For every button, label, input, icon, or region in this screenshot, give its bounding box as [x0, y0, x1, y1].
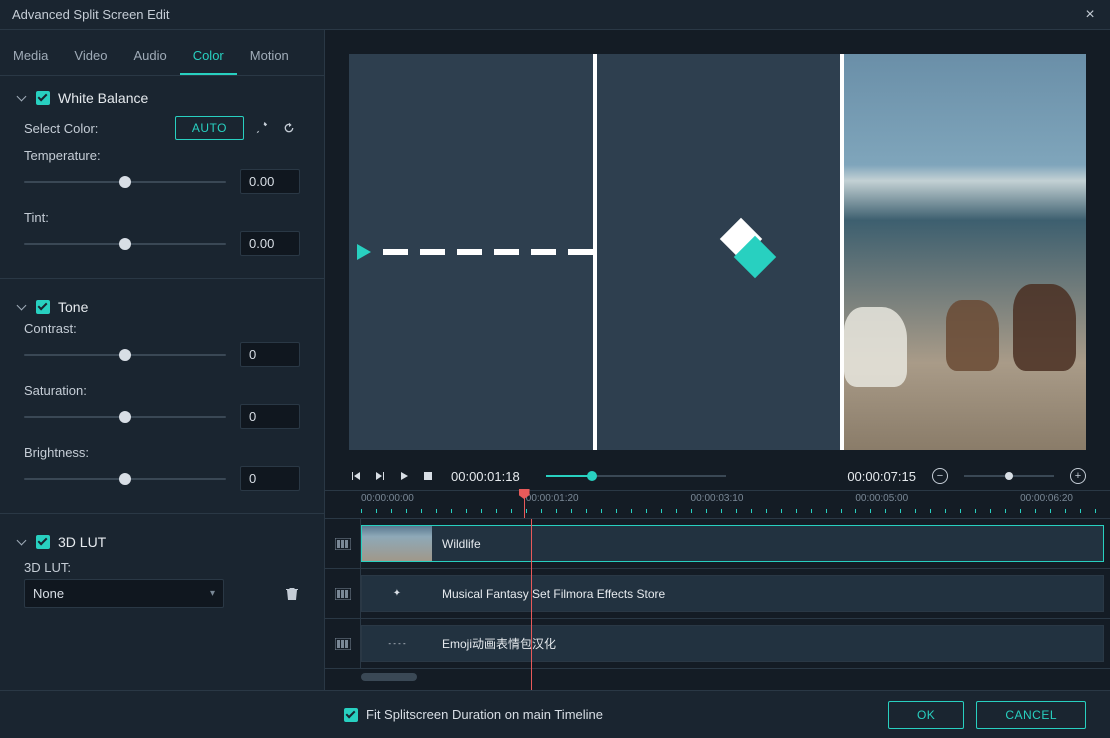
ruler-mark: 00:00:01:20 — [526, 493, 579, 504]
ruler-mark: 00:00:03:10 — [691, 493, 744, 504]
track-icon[interactable] — [325, 569, 361, 618]
clip-thumbnail: ✦ — [362, 576, 432, 611]
current-timecode: 00:00:01:18 — [451, 469, 520, 484]
titlebar: Advanced Split Screen Edit × — [0, 0, 1110, 30]
lut-title: 3D LUT — [58, 534, 106, 550]
lut-select[interactable]: None ▾ — [24, 579, 224, 608]
track-icon[interactable] — [325, 619, 361, 668]
duration-timecode: 00:00:07:15 — [847, 469, 916, 484]
white-balance-title: White Balance — [58, 90, 148, 106]
track-content[interactable]: - - - - Emoji动画表情包汉化 — [361, 619, 1110, 668]
playback-controls: 00:00:01:18 00:00:07:15 − + — [325, 462, 1110, 490]
temperature-slider[interactable] — [24, 172, 226, 192]
brightness-slider[interactable] — [24, 469, 226, 489]
prev-frame-icon[interactable] — [349, 469, 363, 483]
contrast-label: Contrast: — [24, 321, 300, 336]
window-title: Advanced Split Screen Edit — [12, 7, 170, 22]
clip-name: Musical Fantasy Set Filmora Effects Stor… — [442, 587, 665, 601]
ruler-mark: 00:00:05:00 — [855, 493, 908, 504]
tab-audio[interactable]: Audio — [120, 38, 179, 75]
horizontal-scrollbar[interactable] — [325, 669, 1110, 687]
temperature-label: Temperature: — [24, 148, 300, 163]
saturation-slider[interactable] — [24, 407, 226, 427]
tint-label: Tint: — [24, 210, 300, 225]
cancel-button[interactable]: CANCEL — [976, 701, 1086, 729]
zoom-slider[interactable] — [964, 470, 1054, 482]
stop-icon[interactable] — [421, 469, 435, 483]
track-content[interactable]: Wildlife — [361, 519, 1110, 568]
lut-label: 3D LUT: — [24, 560, 71, 575]
fit-duration-checkbox[interactable] — [344, 708, 358, 722]
trash-icon[interactable] — [284, 586, 300, 602]
play-icon[interactable] — [397, 469, 411, 483]
zoom-in-icon[interactable]: + — [1070, 468, 1086, 484]
chevron-down-icon: ▾ — [210, 588, 215, 599]
brightness-label: Brightness: — [24, 445, 300, 460]
preview-pane-middle[interactable] — [597, 54, 845, 450]
lut-checkbox[interactable] — [36, 535, 50, 549]
next-frame-icon[interactable] — [373, 469, 387, 483]
tint-slider[interactable] — [24, 234, 226, 254]
select-color-label: Select Color: — [24, 121, 98, 136]
temperature-input[interactable] — [240, 169, 300, 194]
tab-motion[interactable]: Motion — [237, 38, 302, 75]
clip-name: Wildlife — [442, 537, 481, 551]
sidebar: Media Video Audio Color Motion White Bal… — [0, 30, 325, 690]
play-triangle-icon — [357, 244, 371, 260]
playhead[interactable] — [524, 491, 525, 518]
auto-button[interactable]: AUTO — [175, 116, 244, 140]
clip-name: Emoji动画表情包汉化 — [442, 635, 556, 652]
tab-video[interactable]: Video — [61, 38, 120, 75]
zoom-out-icon[interactable]: − — [932, 468, 948, 484]
saturation-input[interactable] — [240, 404, 300, 429]
playhead-line[interactable] — [531, 519, 532, 690]
clip-thumbnail — [362, 526, 432, 561]
chevron-down-icon[interactable] — [18, 302, 28, 312]
timeline-ruler[interactable]: 00:00:00:00 00:00:01:20 00:00:03:10 00:0… — [361, 491, 1110, 518]
timeline-tracks: Wildlife ✦ Musical Fantasy Set Filmora E… — [325, 518, 1110, 690]
chevron-down-icon[interactable] — [18, 93, 28, 103]
contrast-slider[interactable] — [24, 345, 226, 365]
preview-pane-left[interactable] — [349, 54, 597, 450]
ok-button[interactable]: OK — [888, 701, 964, 729]
footer: Fit Splitscreen Duration on main Timelin… — [0, 690, 1110, 738]
close-icon[interactable]: × — [1082, 6, 1098, 24]
brightness-input[interactable] — [240, 466, 300, 491]
track-icon[interactable] — [325, 519, 361, 568]
tab-media[interactable]: Media — [0, 38, 61, 75]
clip-thumbnail: - - - - — [362, 626, 432, 661]
tab-color[interactable]: Color — [180, 38, 237, 75]
seek-slider[interactable] — [546, 473, 726, 479]
preview — [325, 30, 1110, 462]
saturation-label: Saturation: — [24, 383, 300, 398]
eyedropper-icon[interactable] — [250, 117, 272, 139]
ruler-mark: 00:00:00:00 — [361, 493, 414, 504]
chevron-down-icon[interactable] — [18, 537, 28, 547]
ruler-mark: 00:00:06:20 — [1020, 493, 1073, 504]
tab-bar: Media Video Audio Color Motion — [0, 30, 324, 76]
contrast-input[interactable] — [240, 342, 300, 367]
preview-pane-right[interactable] — [844, 54, 1086, 450]
reset-icon[interactable] — [278, 117, 300, 139]
fit-duration-label: Fit Splitscreen Duration on main Timelin… — [366, 707, 603, 722]
tone-checkbox[interactable] — [36, 300, 50, 314]
lut-selected: None — [33, 586, 64, 601]
white-balance-checkbox[interactable] — [36, 91, 50, 105]
track-content[interactable]: ✦ Musical Fantasy Set Filmora Effects St… — [361, 569, 1110, 618]
tint-input[interactable] — [240, 231, 300, 256]
tone-title: Tone — [58, 299, 88, 315]
